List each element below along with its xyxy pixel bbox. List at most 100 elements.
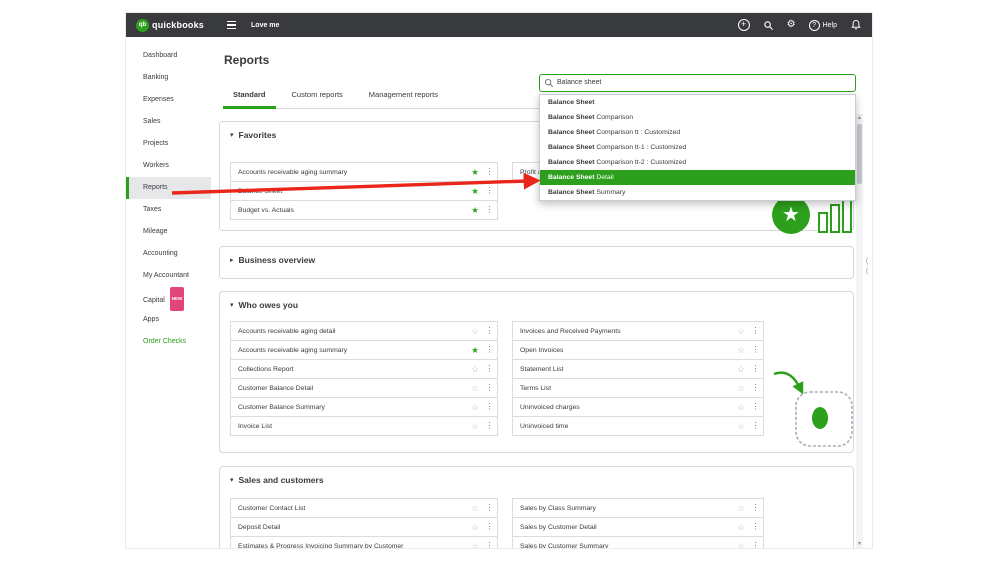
search-suggestion[interactable]: Balance Sheet Comparison tt : Customized — [540, 125, 855, 140]
tab[interactable]: Management reports — [359, 85, 448, 108]
favorite-star-icon[interactable] — [734, 327, 748, 336]
more-options-icon[interactable] — [482, 504, 497, 512]
favorite-star-icon[interactable] — [734, 422, 748, 431]
more-options-icon[interactable] — [482, 523, 497, 531]
section-header-business-overview[interactable]: Business overview — [230, 255, 316, 265]
search-suggestion[interactable]: Balance Sheet Comparison — [540, 110, 855, 125]
report-row[interactable]: Invoice List — [230, 416, 498, 436]
sidebar-item[interactable]: Order Checks — [126, 331, 211, 353]
more-options-icon[interactable] — [482, 206, 497, 214]
report-row[interactable]: Sales by Class Summary — [512, 498, 764, 518]
more-options-icon[interactable] — [482, 327, 497, 335]
report-row[interactable]: Customer Contact List — [230, 498, 498, 518]
report-row[interactable]: Customer Balance Summary — [230, 397, 498, 417]
section-header-favorites[interactable]: Favorites — [230, 130, 277, 140]
more-options-icon[interactable] — [748, 523, 763, 531]
sidebar-item[interactable]: My Accountant — [126, 265, 211, 287]
favorite-star-icon[interactable] — [468, 346, 482, 355]
report-row[interactable]: Estimates & Progress Invoicing Summary b… — [230, 536, 498, 548]
favorite-star-icon[interactable] — [468, 504, 482, 513]
collapsed-side-tab[interactable] — [863, 257, 871, 277]
more-options-icon[interactable] — [482, 346, 497, 354]
favorite-star-icon[interactable] — [734, 523, 748, 532]
scroll-down-arrow[interactable] — [856, 540, 863, 548]
favorite-star-icon[interactable] — [734, 346, 748, 355]
more-options-icon[interactable] — [748, 542, 763, 548]
search-icon[interactable] — [763, 20, 774, 31]
favorite-star-icon[interactable] — [468, 365, 482, 374]
more-options-icon[interactable] — [482, 422, 497, 430]
search-suggestion[interactable]: Balance Sheet Comparison tt-1 : Customiz… — [540, 140, 855, 155]
report-row[interactable]: Balance Sheet — [230, 181, 498, 201]
favorite-star-icon[interactable] — [734, 403, 748, 412]
sidebar-item[interactable]: Accounting — [126, 243, 211, 265]
report-row[interactable]: Budget vs. Actuals — [230, 200, 498, 220]
favorite-star-icon[interactable] — [468, 384, 482, 393]
favorite-star-icon[interactable] — [468, 187, 482, 196]
report-row[interactable]: Open Invoices — [512, 340, 764, 360]
favorite-star-icon[interactable] — [468, 422, 482, 431]
sidebar-item[interactable]: Mileage — [126, 221, 211, 243]
sidebar-item[interactable]: Sales — [126, 111, 211, 133]
sidebar-item[interactable]: Dashboard — [126, 45, 211, 67]
help-button[interactable]: Help — [808, 19, 837, 31]
tab[interactable]: Custom reports — [282, 85, 353, 108]
report-row[interactable]: Invoices and Received Payments — [512, 321, 764, 341]
report-row[interactable]: Statement List — [512, 359, 764, 379]
vertical-scrollbar[interactable] — [856, 114, 863, 548]
quickbooks-logo[interactable]: quickbooks — [136, 18, 204, 32]
report-row[interactable]: Accounts receivable aging summary — [230, 340, 498, 360]
section-header-who-owes-you[interactable]: Who owes you — [230, 300, 299, 310]
favorite-star-icon[interactable] — [468, 168, 482, 177]
report-row[interactable]: Uninvoiced time — [512, 416, 764, 436]
more-options-icon[interactable] — [748, 384, 763, 392]
report-row[interactable]: Sales by Customer Detail — [512, 517, 764, 537]
sidebar-item[interactable]: Taxes — [126, 199, 211, 221]
favorite-star-icon[interactable] — [468, 542, 482, 548]
search-suggestion[interactable]: Balance Sheet — [540, 95, 855, 110]
more-options-icon[interactable] — [748, 346, 763, 354]
favorite-star-icon[interactable] — [468, 403, 482, 412]
sidebar-item[interactable]: Capital NEW — [126, 287, 211, 311]
scrollbar-thumb[interactable] — [857, 124, 862, 184]
favorite-star-icon[interactable] — [468, 523, 482, 532]
more-options-icon[interactable] — [482, 384, 497, 392]
search-suggestion[interactable]: Balance Sheet Summary — [540, 185, 855, 200]
favorite-star-icon[interactable] — [734, 365, 748, 374]
scroll-up-arrow[interactable] — [856, 114, 863, 122]
tab[interactable]: Standard — [223, 85, 276, 109]
more-options-icon[interactable] — [482, 187, 497, 195]
favorite-star-icon[interactable] — [734, 384, 748, 393]
favorite-star-icon[interactable] — [468, 327, 482, 336]
favorite-star-icon[interactable] — [734, 504, 748, 513]
report-row[interactable]: Accounts receivable aging summary — [230, 162, 498, 182]
search-suggestion[interactable]: Balance Sheet Comparison tt-2 : Customiz… — [540, 155, 855, 170]
more-options-icon[interactable] — [748, 327, 763, 335]
report-row[interactable]: Terms List — [512, 378, 764, 398]
gear-icon[interactable] — [787, 20, 796, 30]
report-row[interactable]: Uninvoiced charges — [512, 397, 764, 417]
section-header-sales-and-customers[interactable]: Sales and customers — [230, 475, 324, 485]
sidebar-item[interactable]: Expenses — [126, 89, 211, 111]
favorite-star-icon[interactable] — [734, 542, 748, 548]
sidebar-item[interactable]: Projects — [126, 133, 211, 155]
report-row[interactable]: Accounts receivable aging detail — [230, 321, 498, 341]
more-options-icon[interactable] — [748, 422, 763, 430]
more-options-icon[interactable] — [748, 365, 763, 373]
sidebar-item[interactable]: Workers — [126, 155, 211, 177]
notifications-bell-icon[interactable] — [850, 19, 862, 31]
more-options-icon[interactable] — [482, 542, 497, 548]
report-row[interactable]: Collections Report — [230, 359, 498, 379]
create-new-icon[interactable] — [737, 19, 750, 31]
search-suggestion[interactable]: Balance Sheet Detail — [540, 170, 855, 185]
favorite-star-icon[interactable] — [468, 206, 482, 215]
sidebar-item[interactable]: Banking — [126, 67, 211, 89]
sidebar-item[interactable]: Reports — [126, 177, 211, 199]
more-options-icon[interactable] — [748, 403, 763, 411]
report-row[interactable]: Sales by Customer Summary — [512, 536, 764, 548]
hamburger-menu-icon[interactable] — [224, 18, 239, 32]
report-row[interactable]: Deposit Detail — [230, 517, 498, 537]
more-options-icon[interactable] — [482, 168, 497, 176]
report-row[interactable]: Customer Balance Detail — [230, 378, 498, 398]
more-options-icon[interactable] — [482, 403, 497, 411]
